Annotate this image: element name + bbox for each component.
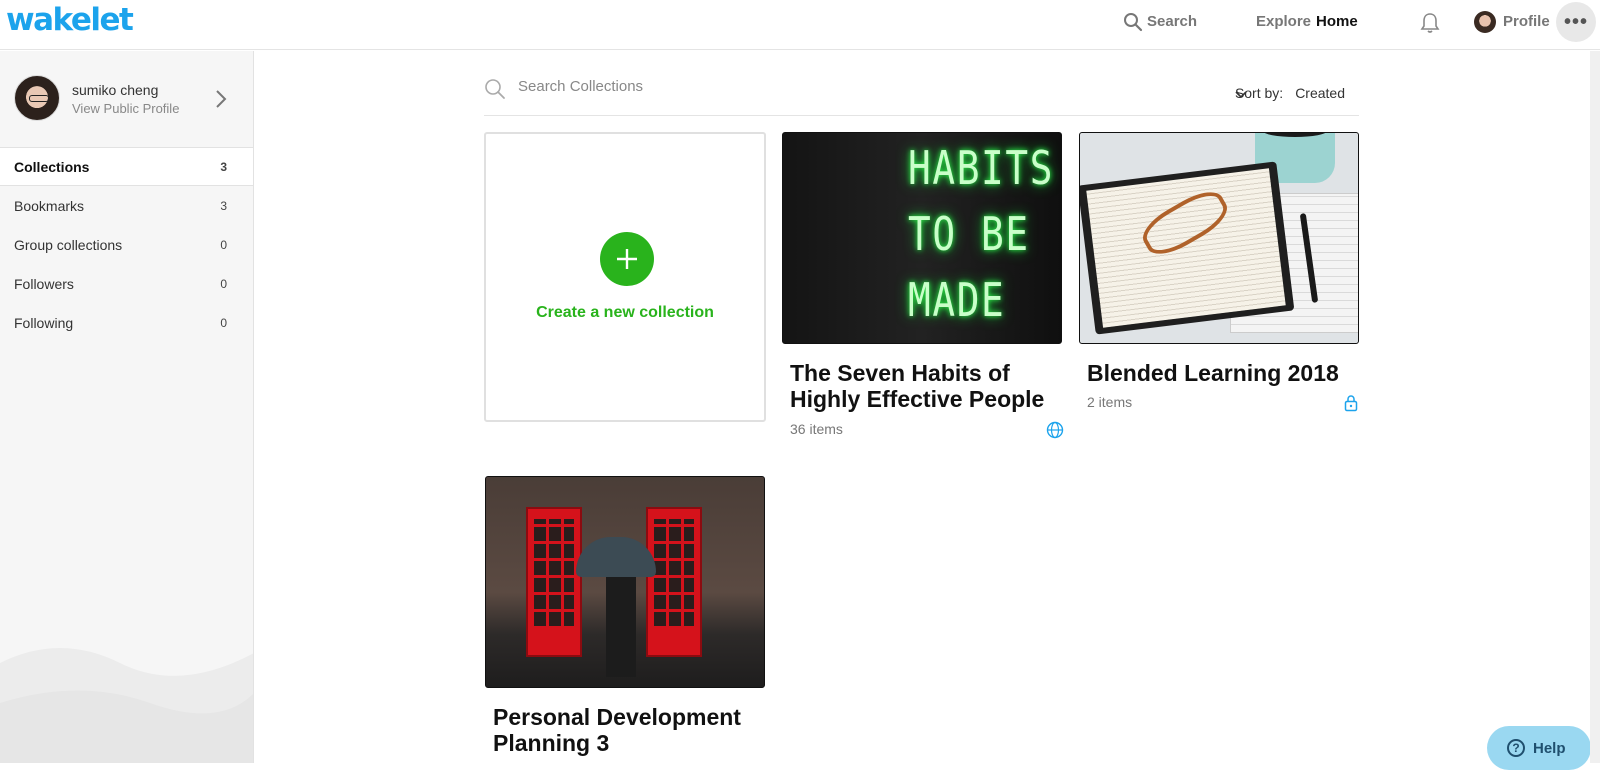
- sidebar-item-count: 0: [220, 315, 227, 330]
- collection-title[interactable]: Personal Development Planning 3: [493, 704, 741, 756]
- collection-thumbnail[interactable]: [485, 476, 765, 688]
- sidebar-item-following[interactable]: Following 0: [0, 303, 253, 342]
- thumb-person: [606, 577, 636, 677]
- thumb-phone-booth: [646, 507, 702, 657]
- globe-icon: [1046, 421, 1064, 439]
- question-icon: ?: [1507, 739, 1525, 757]
- nav-search[interactable]: Search: [1124, 13, 1198, 32]
- sidebar-item-count: 0: [220, 276, 227, 291]
- create-collection-label: Create a new collection: [536, 304, 714, 321]
- sidebar-item-label: Bookmarks: [14, 197, 85, 214]
- sidebar-item-group-collections[interactable]: Group collections 0: [0, 225, 253, 264]
- sidebar: sumiko cheng View Public Profile Collect…: [0, 51, 254, 763]
- search-collections-input[interactable]: [518, 78, 1018, 95]
- nav-home[interactable]: Home: [1316, 13, 1358, 30]
- sidebar-item-count: 3: [220, 159, 227, 174]
- sidebar-item-label: Collections: [14, 158, 90, 175]
- sort-value: Created: [1295, 85, 1345, 101]
- sidebar-item-bookmarks[interactable]: Bookmarks 3: [0, 186, 253, 225]
- chevron-down-icon: [1235, 91, 1247, 99]
- collection-thumbnail[interactable]: HABITS TO BE MADE: [782, 132, 1062, 344]
- nav-avatar[interactable]: [1474, 11, 1496, 33]
- chevron-right-icon[interactable]: [214, 88, 228, 110]
- thumb-neon-line: TO BE: [908, 207, 1030, 261]
- collection-search-bar: Sort by: Created: [484, 72, 1359, 116]
- thumb-neon-line: MADE: [908, 273, 1006, 327]
- collection-title-line: Personal Development: [493, 704, 741, 730]
- collection-title-line: Planning 3: [493, 730, 610, 756]
- wakelet-logo[interactable]: wakelet: [6, 2, 134, 38]
- nav-profile[interactable]: Profile: [1503, 13, 1550, 30]
- scrollbar[interactable]: [1590, 51, 1600, 763]
- sidebar-item-label: Followers: [14, 275, 74, 292]
- sort-control: Sort by: Created: [1235, 85, 1345, 101]
- sidebar-item-collections[interactable]: Collections 3: [0, 147, 253, 186]
- sort-dropdown[interactable]: Created: [1235, 85, 1345, 101]
- collection-title[interactable]: The Seven Habits of Highly Effective Peo…: [790, 360, 1044, 412]
- avatar: [14, 75, 60, 121]
- lock-icon: [1344, 395, 1358, 412]
- search-icon: [485, 79, 505, 99]
- nav-explore[interactable]: Explore: [1256, 13, 1311, 30]
- thumb-book: [1080, 161, 1295, 335]
- collection-item-count: 2 items: [1087, 394, 1133, 410]
- create-collection-card[interactable]: Create a new collection: [484, 132, 766, 422]
- sidebar-item-followers[interactable]: Followers 0: [0, 264, 253, 303]
- view-public-profile-link[interactable]: View Public Profile: [72, 101, 179, 116]
- plus-icon: [600, 232, 654, 286]
- collection-thumbnail[interactable]: [1079, 132, 1359, 344]
- thumb-phone-booth: [526, 507, 582, 657]
- help-button[interactable]: ? Help: [1487, 726, 1591, 770]
- sidebar-item-count: 3: [220, 198, 227, 213]
- collection-title-line: The Seven Habits of: [790, 360, 1010, 386]
- more-dots-icon[interactable]: •••: [1556, 2, 1596, 42]
- collection-title[interactable]: Blended Learning 2018: [1087, 360, 1339, 386]
- nav-search-label: Search: [1147, 13, 1198, 30]
- bell-icon[interactable]: [1420, 12, 1440, 39]
- collection-title-line: Highly Effective People: [790, 386, 1045, 412]
- collection-title-line: Blended Learning 2018: [1087, 360, 1339, 386]
- sidebar-item-label: Group collections: [14, 236, 123, 253]
- help-label: Help: [1533, 739, 1566, 757]
- search-icon: [1124, 13, 1143, 32]
- sidebar-item-count: 0: [220, 237, 227, 252]
- profile-name: sumiko cheng: [72, 82, 159, 98]
- profile-card[interactable]: sumiko cheng View Public Profile: [0, 51, 253, 147]
- collection-item-count: 36 items: [790, 421, 843, 437]
- thumb-neon-line: HABITS: [908, 141, 1055, 195]
- decorative-wave: [0, 648, 253, 763]
- thumb-umbrella: [576, 537, 656, 577]
- sidebar-item-label: Following: [14, 314, 74, 331]
- sidebar-list: Collections 3 Bookmarks 3 Group collecti…: [0, 147, 253, 342]
- top-navbar: wakelet Search Explore Home Profile •••: [0, 0, 1600, 50]
